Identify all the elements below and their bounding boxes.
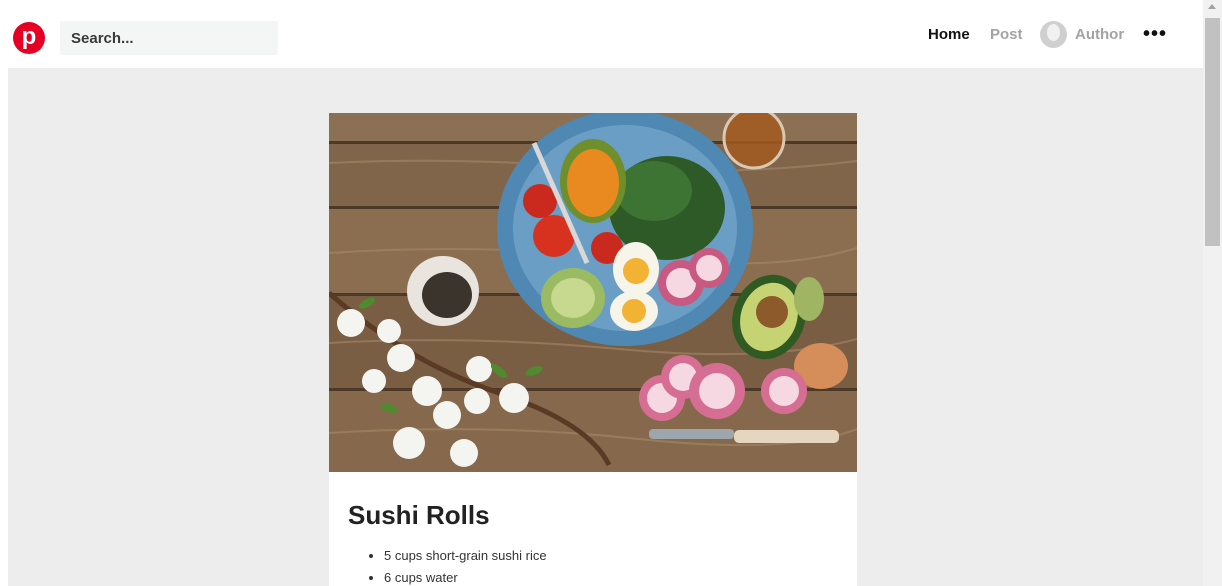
- avatar: [1040, 20, 1067, 48]
- search-input[interactable]: [60, 21, 278, 55]
- ingredients-list: 5 cups short-grain sushi rice 6 cups wat…: [366, 545, 547, 586]
- nav-home-link[interactable]: Home: [928, 0, 970, 68]
- nav-author-link[interactable]: Author: [1040, 0, 1124, 68]
- scroll-up-arrow-icon[interactable]: [1208, 4, 1216, 9]
- list-item: 5 cups short-grain sushi rice: [384, 545, 547, 567]
- post-title: Sushi Rolls: [348, 500, 490, 530]
- more-menu-button[interactable]: •••: [1143, 0, 1167, 68]
- scrollbar-thumb[interactable]: [1205, 18, 1220, 246]
- post-image: [329, 113, 857, 472]
- top-header: p Home Post Author •••: [0, 0, 1203, 68]
- vertical-scrollbar[interactable]: [1203, 0, 1222, 586]
- list-item: 6 cups water: [384, 567, 547, 586]
- nav-author-label: Author: [1075, 25, 1125, 43]
- post-card[interactable]: Sushi Rolls 5 cups short-grain sushi ric…: [329, 113, 857, 586]
- logo[interactable]: p: [13, 22, 45, 54]
- nav-post-link[interactable]: Post: [990, 0, 1023, 68]
